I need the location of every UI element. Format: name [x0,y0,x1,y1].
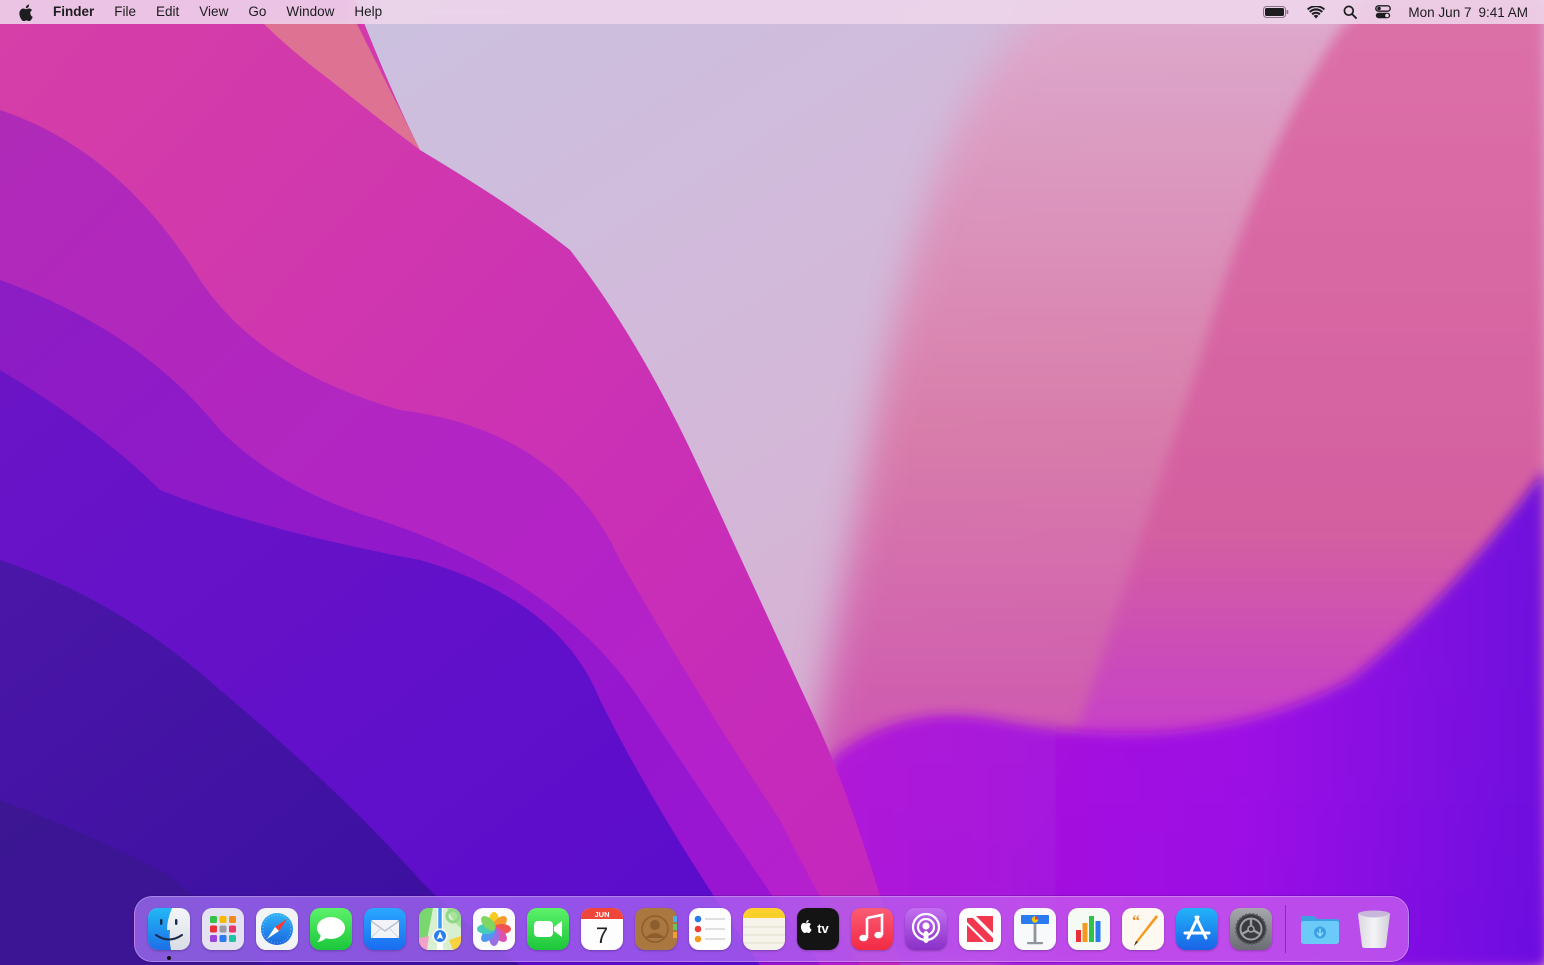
numbers-icon [1067,908,1110,950]
menu-help[interactable]: Help [344,0,392,24]
menu-view[interactable]: View [189,0,238,24]
menu-bar-clock[interactable]: Mon Jun 7 9:41 AM [1400,5,1528,20]
spotlight-search-icon[interactable] [1334,0,1366,24]
tv-label: tv [817,921,829,936]
pages-icon: “ [1121,908,1164,950]
clock-time: 9:41 AM [1478,4,1528,20]
dock-item-system-preferences[interactable] [1224,896,1278,962]
dock-item-news[interactable] [953,896,1007,962]
clock-date: Mon Jun 7 [1408,4,1472,20]
facetime-icon [526,908,569,950]
news-icon [959,908,1002,950]
dock: JUN 7 tv “ [134,896,1409,962]
finder-icon [148,908,191,950]
reminders-icon [688,908,731,950]
menu-bar: Finder File Edit View Go Window Help Mon… [0,0,1544,24]
maps-icon [418,908,461,950]
desktop-wallpaper [0,0,1544,965]
menu-window[interactable]: Window [276,0,344,24]
dock-item-trash[interactable] [1347,896,1401,962]
app-store-icon [1175,908,1218,950]
trash-icon [1353,908,1395,950]
podcasts-icon [905,908,948,950]
apple-tv-icon: tv [797,908,840,950]
photos-icon [472,908,515,950]
calendar-day: 7 [596,923,608,948]
dock-item-numbers[interactable] [1062,896,1116,962]
dock-item-pages[interactable]: “ [1116,896,1170,962]
notes-icon [743,908,786,950]
menu-go[interactable]: Go [238,0,276,24]
dock-item-podcasts[interactable] [899,896,953,962]
launchpad-icon [202,908,245,950]
dock-item-app-store[interactable] [1170,896,1224,962]
music-icon [851,908,894,950]
dock-item-notes[interactable] [737,896,791,962]
system-preferences-icon [1229,908,1272,950]
control-center-icon[interactable] [1366,0,1400,24]
dock-separator [1284,905,1286,953]
dock-item-facetime[interactable] [521,896,575,962]
dock-item-photos[interactable] [467,896,521,962]
dock-item-contacts[interactable] [629,896,683,962]
dock-item-calendar[interactable]: JUN 7 [575,896,629,962]
downloads-folder-icon [1299,908,1341,950]
dock-item-music[interactable] [845,896,899,962]
menu-edit[interactable]: Edit [146,0,189,24]
messages-icon [310,908,353,950]
calendar-icon: JUN 7 [580,908,623,950]
safari-icon [256,908,299,950]
dock-item-mail[interactable] [358,896,412,962]
apple-logo-icon[interactable] [16,4,43,21]
battery-icon[interactable] [1254,0,1298,24]
calendar-month: JUN [594,910,609,919]
dock-item-messages[interactable] [304,896,358,962]
menu-app-name[interactable]: Finder [43,0,104,24]
dock-item-maps[interactable] [412,896,466,962]
running-indicator [167,956,172,960]
contacts-icon [634,908,677,950]
dock-item-safari[interactable] [250,896,304,962]
mail-icon [364,908,407,950]
dock-item-finder[interactable] [142,896,196,962]
wifi-icon[interactable] [1298,0,1334,24]
dock-item-downloads[interactable] [1293,896,1347,962]
dock-item-keynote[interactable] [1008,896,1062,962]
dock-item-launchpad[interactable] [196,896,250,962]
keynote-icon [1013,908,1056,950]
dock-item-reminders[interactable] [683,896,737,962]
menu-file[interactable]: File [104,0,146,24]
dock-item-tv[interactable]: tv [791,896,845,962]
svg-text:“: “ [1132,913,1140,930]
